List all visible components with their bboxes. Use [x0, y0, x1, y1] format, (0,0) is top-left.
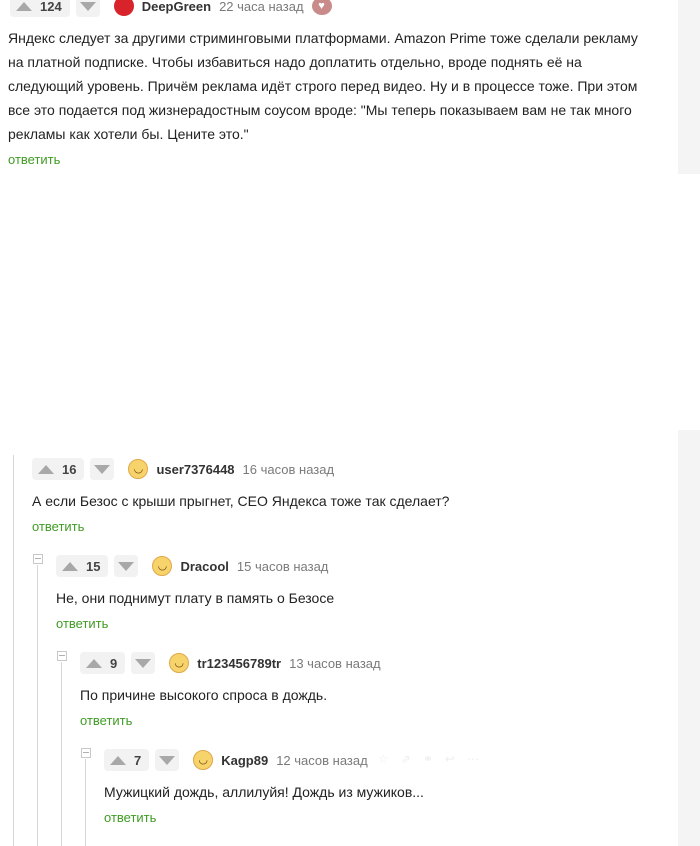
reply-link[interactable]: ответить: [32, 519, 84, 534]
downvote-button[interactable]: [114, 555, 139, 577]
avatar[interactable]: ◡: [169, 653, 190, 673]
reply-link[interactable]: ответить: [80, 713, 132, 728]
reply-icon[interactable]: ↩: [445, 752, 455, 766]
reply-link[interactable]: ответить: [104, 810, 156, 825]
more-icon[interactable]: ⋯: [467, 752, 479, 766]
comment-rating: 15: [86, 558, 101, 574]
upvote-arrow-icon[interactable]: [86, 658, 102, 668]
comment-author[interactable]: DeepGreen: [142, 0, 211, 14]
comment-header-user7376448: 16 ◡ user7376448 16 часов назад: [32, 456, 334, 482]
downvote-arrow-icon: [118, 561, 135, 571]
comment-rating: 7: [134, 752, 142, 768]
comment-rating: 124: [40, 0, 62, 14]
comment-text: Яндекс следует за другими стриминговыми …: [8, 30, 638, 142]
comment-header-deepgreen: 124 DeepGreen 22 часа назад ♥: [10, 0, 332, 19]
comment-actions-icons: ☆ ⇗ ⚭ ↩ ⋯: [378, 752, 479, 766]
comment-author[interactable]: Dracool: [180, 559, 228, 574]
vote-box: 124: [10, 0, 70, 17]
comment-text: Мужицкий дождь, аллилуйя! Дождь из мужик…: [104, 784, 424, 800]
upvote-arrow-icon[interactable]: [38, 464, 54, 474]
link-icon[interactable]: ⚭: [423, 752, 433, 766]
comment-rating: 16: [62, 461, 77, 477]
downvote-arrow-icon: [159, 755, 176, 765]
downvote-button[interactable]: [155, 749, 180, 771]
comment-time: 22 часа назад: [219, 0, 304, 14]
vote-box: 9: [80, 652, 126, 674]
bookmark-icon[interactable]: ☆: [378, 752, 389, 766]
upvote-arrow-icon[interactable]: [110, 755, 126, 765]
avatar[interactable]: [113, 0, 134, 16]
comment-header-tr123456789tr: 9 ◡ tr123456789tr 13 часов назад: [80, 650, 381, 676]
comment-author[interactable]: user7376448: [156, 462, 234, 477]
vote-box: 7: [104, 749, 150, 771]
thread-line[interactable]: [85, 759, 86, 846]
comment-rating: 9: [110, 655, 118, 671]
award-icon: ♥: [311, 0, 332, 15]
comment-time: 16 часов назад: [242, 461, 335, 477]
avatar[interactable]: ◡: [193, 750, 214, 770]
avatar[interactable]: ◡: [152, 556, 173, 576]
comment-text: По причине высокого спроса в дождь.: [80, 687, 328, 703]
comment-text: Не, они поднимут плату в память о Безосе: [56, 590, 335, 606]
comment-time: 12 часов назад: [276, 752, 368, 768]
reply-link[interactable]: ответить: [56, 616, 108, 631]
thread-line[interactable]: [37, 565, 38, 846]
thread-line[interactable]: [13, 455, 14, 846]
collapse-thread-button[interactable]: [81, 748, 91, 758]
comment-author[interactable]: tr123456789tr: [197, 656, 281, 671]
comment-time: 13 часов назад: [289, 655, 381, 671]
avatar[interactable]: ◡: [128, 459, 149, 479]
collapse-thread-button[interactable]: [33, 554, 43, 564]
downvote-button[interactable]: [90, 458, 115, 480]
scrollbar-bottom[interactable]: [678, 430, 700, 846]
vote-box: 15: [56, 555, 109, 577]
share-icon[interactable]: ⇗: [401, 752, 411, 766]
thread-line[interactable]: [61, 662, 62, 846]
upvote-arrow-icon[interactable]: [16, 1, 32, 11]
comment-header-kagp89: 7 ◡ Kagp89 12 часов назад: [104, 747, 368, 773]
downvote-arrow-icon: [135, 658, 152, 668]
comment-text: А если Безос с крыши прыгнет, CEO Яндекс…: [32, 493, 450, 509]
reply-link[interactable]: ответить: [8, 152, 60, 167]
comment-time: 15 часов назад: [236, 558, 329, 574]
scrollbar-top[interactable]: [678, 0, 700, 174]
collapse-thread-button[interactable]: [57, 651, 67, 661]
comment-header-dracool: 15 ◡ Dracool 15 часов назад: [56, 553, 328, 579]
downvote-arrow-icon: [94, 464, 111, 474]
downvote-button[interactable]: [131, 652, 156, 674]
vote-box: 16: [32, 458, 85, 480]
upvote-arrow-icon[interactable]: [62, 561, 78, 571]
downvote-button[interactable]: [75, 0, 100, 17]
downvote-arrow-icon: [79, 1, 96, 11]
comment-author[interactable]: Kagp89: [221, 753, 268, 768]
